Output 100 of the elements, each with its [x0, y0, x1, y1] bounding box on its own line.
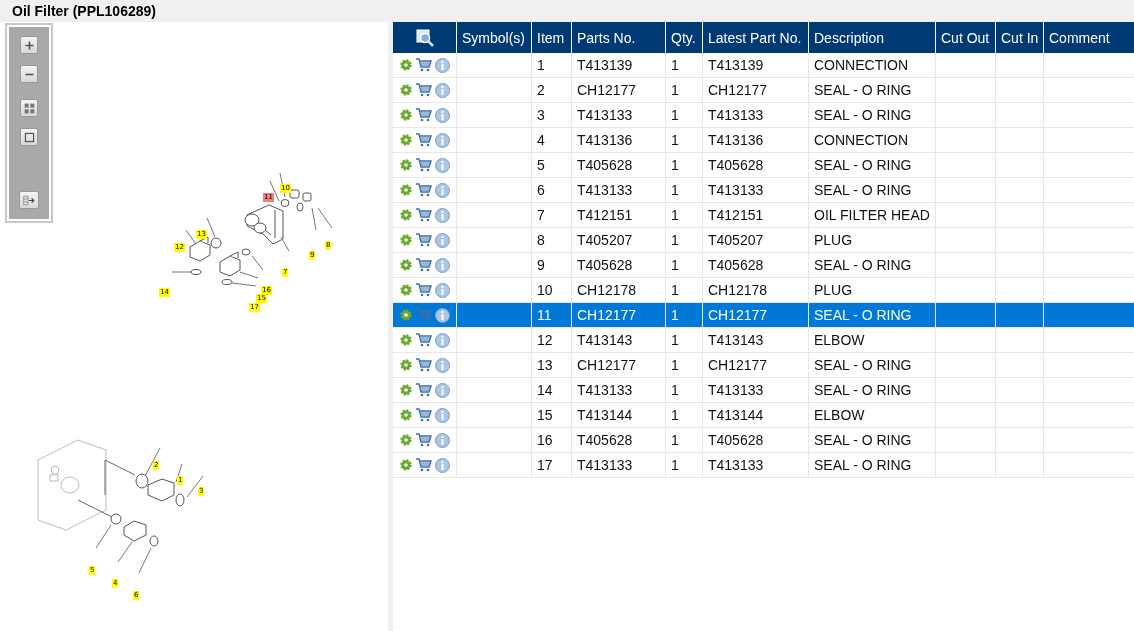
column-header[interactable]: Item [531, 22, 571, 53]
info-icon[interactable] [435, 332, 450, 348]
table-row[interactable]: 14 T413133 1 T413133 SEAL - O RING [393, 378, 1134, 403]
table-cell: T413133 [577, 382, 633, 398]
zoom-in-button[interactable] [20, 36, 38, 54]
cart-icon[interactable] [415, 108, 432, 122]
column-header[interactable]: Cut Out [935, 22, 995, 53]
table-cell: CH12177 [577, 82, 637, 98]
table-row[interactable]: 12 T413143 1 T413143 ELBOW [393, 328, 1134, 353]
table-row[interactable]: 9 T405628 1 T405628 SEAL - O RING [393, 253, 1134, 278]
table-row[interactable]: 3 T413133 1 T413133 SEAL - O RING [393, 103, 1134, 128]
gear-icon[interactable] [400, 434, 412, 446]
table-row[interactable]: 4 T413136 1 T413136 CONNECTION [393, 128, 1134, 153]
info-icon[interactable] [435, 207, 450, 223]
info-icon[interactable] [435, 82, 450, 98]
gear-icon[interactable] [400, 309, 412, 321]
cart-icon[interactable] [415, 183, 432, 197]
table-row[interactable]: 2 CH12177 1 CH12177 SEAL - O RING [393, 78, 1134, 103]
table-cell: T413133 [577, 182, 633, 198]
table-row[interactable]: 7 T412151 1 T412151 OIL FILTER HEAD [393, 203, 1134, 228]
gear-icon[interactable] [400, 284, 412, 296]
gear-icon[interactable] [400, 259, 412, 271]
fit-view-button[interactable] [20, 99, 38, 117]
cart-icon[interactable] [415, 58, 432, 72]
table-cell: 3 [537, 107, 545, 123]
column-header[interactable]: Latest Part No. [702, 22, 808, 53]
info-icon[interactable] [435, 57, 450, 73]
gear-icon[interactable] [400, 234, 412, 246]
cart-icon[interactable] [415, 83, 432, 97]
table-cell: 9 [537, 257, 545, 273]
column-header[interactable]: Description [808, 22, 935, 53]
cart-icon[interactable] [415, 383, 432, 397]
gear-icon[interactable] [400, 84, 412, 96]
table-row[interactable]: 11 CH12177 1 CH12177 SEAL - O RING [393, 303, 1134, 328]
gear-icon[interactable] [400, 109, 412, 121]
column-header[interactable]: Parts No. [571, 22, 665, 53]
table-row[interactable]: 17 T413133 1 T413133 SEAL - O RING [393, 453, 1134, 478]
actual-size-button[interactable] [20, 128, 38, 146]
table-row[interactable]: 13 CH12177 1 CH12177 SEAL - O RING [393, 353, 1134, 378]
table-cell: T413136 [708, 132, 764, 148]
column-header[interactable]: Cut In [995, 22, 1043, 53]
cart-icon[interactable] [415, 233, 432, 247]
info-icon[interactable] [435, 357, 450, 373]
table-row[interactable]: 8 T405207 1 T405207 PLUG [393, 228, 1134, 253]
info-icon[interactable] [435, 457, 450, 473]
search-icon[interactable] [415, 28, 434, 47]
gear-icon[interactable] [400, 159, 412, 171]
column-header[interactable]: Comment [1043, 22, 1134, 53]
table-row[interactable]: 1 T413139 1 T413139 CONNECTION [393, 53, 1134, 78]
table-cell: CH12177 [708, 82, 768, 98]
table-cell: 5 [537, 157, 545, 173]
info-icon[interactable] [435, 257, 450, 273]
cart-icon[interactable] [415, 358, 432, 372]
column-header[interactable]: Qty. [665, 22, 702, 53]
table-cell: T405628 [577, 257, 633, 273]
cart-icon[interactable] [415, 208, 432, 222]
info-icon[interactable] [435, 182, 450, 198]
column-header[interactable]: Symbol(s) [456, 22, 531, 53]
export-icon [22, 193, 36, 207]
page-title: Oil Filter (PPL106289) [12, 3, 156, 19]
info-icon[interactable] [435, 407, 450, 423]
info-icon[interactable] [435, 132, 450, 148]
table-row[interactable]: 15 T413144 1 T413144 ELBOW [393, 403, 1134, 428]
table-row[interactable]: 5 T405628 1 T405628 SEAL - O RING [393, 153, 1134, 178]
gear-icon[interactable] [400, 334, 412, 346]
table-cell: 11 [537, 307, 552, 323]
info-icon[interactable] [435, 157, 450, 173]
cart-icon[interactable] [415, 158, 432, 172]
table-cell: 1 [671, 432, 679, 448]
cart-icon[interactable] [415, 333, 432, 347]
cart-icon[interactable] [415, 283, 432, 297]
info-icon[interactable] [435, 307, 450, 323]
info-icon[interactable] [435, 432, 450, 448]
zoom-out-button[interactable] [20, 65, 38, 83]
cart-icon[interactable] [415, 408, 432, 422]
table-row[interactable]: 6 T413133 1 T413133 SEAL - O RING [393, 178, 1134, 203]
gear-icon[interactable] [400, 59, 412, 71]
info-icon[interactable] [435, 382, 450, 398]
gear-icon[interactable] [400, 409, 412, 421]
table-cell: 1 [671, 182, 679, 198]
gear-icon[interactable] [400, 384, 412, 396]
export-button[interactable] [19, 191, 39, 209]
gear-icon[interactable] [400, 359, 412, 371]
cart-icon[interactable] [415, 433, 432, 447]
cart-icon[interactable] [415, 458, 432, 472]
table-cell: PLUG [814, 232, 853, 248]
table-cell: SEAL - O RING [814, 357, 912, 373]
gear-icon[interactable] [400, 459, 412, 471]
info-icon[interactable] [435, 282, 450, 298]
table-cell: T413143 [577, 332, 633, 348]
gear-icon[interactable] [400, 209, 412, 221]
info-icon[interactable] [435, 107, 450, 123]
info-icon[interactable] [435, 232, 450, 248]
table-cell: T413139 [577, 57, 633, 73]
cart-icon[interactable] [415, 133, 432, 147]
gear-icon[interactable] [400, 184, 412, 196]
cart-icon[interactable] [415, 258, 432, 272]
table-cell: 13 [537, 357, 553, 373]
gear-icon[interactable] [400, 134, 412, 146]
table-row[interactable]: 16 T405628 1 T405628 SEAL - O RING [393, 428, 1134, 453]
